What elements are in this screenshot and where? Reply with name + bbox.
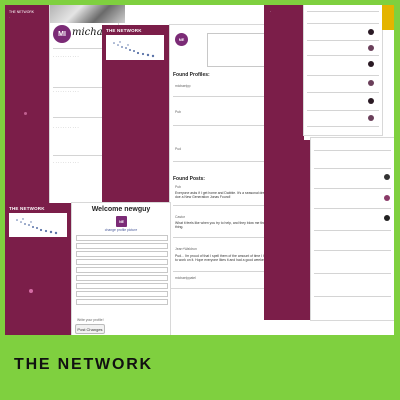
post-changes-button[interactable]: Post Changes (75, 324, 105, 334)
feed-divider-4 (307, 55, 379, 56)
lower-divider-5 (314, 230, 391, 231)
feed-avatar-6[interactable] (368, 115, 374, 121)
welcome-heading: Welcome newguy (91, 206, 151, 213)
sidebar-bullet-icon (24, 112, 27, 115)
post-4-user[interactable]: michaelppatel (175, 276, 196, 280)
welcome-field-7[interactable] (76, 283, 168, 289)
lower-divider-4 (314, 208, 391, 209)
bio-prompt-label: Write your profile! (77, 318, 104, 322)
feed-avatar-5[interactable] (368, 98, 374, 104)
collage-frame: THE NETWORK · MI michaelppatel · · · · ·… (0, 0, 400, 400)
feed-divider-5 (307, 75, 379, 76)
lower-divider-8 (314, 296, 391, 297)
welcome-field-5[interactable] (76, 267, 168, 273)
welcome-field-9[interactable] (76, 299, 168, 305)
lower-divider-3 (314, 188, 391, 189)
search-user-avatar[interactable]: NE (175, 33, 188, 46)
welcome-sidebar: THE NETWORK (5, 203, 72, 335)
collage-title: THE NETWORK (14, 356, 153, 373)
post-1-text: Everyone asks if I get home and Dabble. … (175, 191, 268, 200)
profile-result-3-name[interactable]: Pud (175, 147, 181, 151)
right-lower-sidebar (295, 140, 311, 320)
feed-panel-top (304, 5, 382, 135)
lower-divider-1 (314, 150, 391, 151)
welcome-network-label: THE NETWORK (9, 206, 45, 211)
change-picture-link[interactable]: change profile picture (72, 228, 170, 232)
welcome-field-8[interactable] (76, 291, 168, 297)
feed-avatar-3[interactable] (368, 61, 374, 67)
feed-divider-7 (307, 110, 379, 111)
found-profiles-heading: Found Profiles: (173, 72, 210, 78)
network-dots-icon (16, 218, 58, 235)
welcome-main: Welcome newguy NE change profile picture… (72, 203, 170, 335)
search-logo-box (106, 35, 164, 60)
lower-avatar-2[interactable] (384, 195, 390, 201)
post-1-user[interactable]: Pub (175, 185, 181, 189)
network-dots-icon (113, 41, 155, 58)
feed-divider-3 (307, 40, 379, 41)
welcome-avatar[interactable]: NE (116, 216, 127, 227)
right-lower-panel (311, 138, 394, 320)
lower-divider-6 (314, 250, 391, 251)
feed-divider-2 (307, 23, 379, 24)
lower-divider-7 (314, 273, 391, 274)
welcome-field-2[interactable] (76, 243, 168, 249)
collage-stage: THE NETWORK · MI michaelppatel · · · · ·… (5, 5, 394, 335)
profile-result-2-name[interactable]: Pub (175, 110, 181, 114)
feed-avatar-2[interactable] (368, 45, 374, 51)
post-3-text: Pud... I'm proud of that I spell them of… (175, 254, 269, 263)
lower-divider-2 (314, 168, 391, 169)
welcome-field-6[interactable] (76, 275, 168, 281)
welcome-logo-box (9, 213, 67, 237)
lower-avatar-3[interactable] (384, 215, 390, 221)
feed-divider-8 (307, 126, 379, 127)
profile-sidebar-label: THE NETWORK (9, 10, 35, 14)
feed-avatar-1[interactable] (368, 29, 374, 35)
search-network-label: THE NETWORK (106, 28, 142, 33)
post-3-user[interactable]: Jean+Waldrun (175, 247, 197, 251)
welcome-field-4[interactable] (76, 259, 168, 265)
right-strip-label: · (270, 10, 272, 14)
feed-avatar-4[interactable] (368, 80, 374, 86)
profile-result-1-name[interactable]: michaelpp (175, 84, 190, 88)
yellow-corner-photo (382, 5, 394, 30)
welcome-sidebar-dot-icon (29, 289, 33, 293)
profile-sidebar-link: · (9, 15, 10, 19)
post-2-text: What it feels like when you try to help,… (175, 221, 266, 230)
feed-divider-1 (307, 11, 379, 12)
welcome-field-3[interactable] (76, 251, 168, 257)
profile-sidebar: THE NETWORK · (5, 5, 50, 205)
found-posts-heading: Found Posts: (173, 176, 205, 182)
welcome-field-1[interactable] (76, 235, 168, 241)
profile-header-photo (50, 5, 125, 23)
profile-avatar[interactable]: MI (53, 25, 71, 43)
lower-avatar-1[interactable] (384, 174, 390, 180)
feed-divider-6 (307, 92, 379, 93)
post-2-user[interactable]: Castor (175, 215, 185, 219)
